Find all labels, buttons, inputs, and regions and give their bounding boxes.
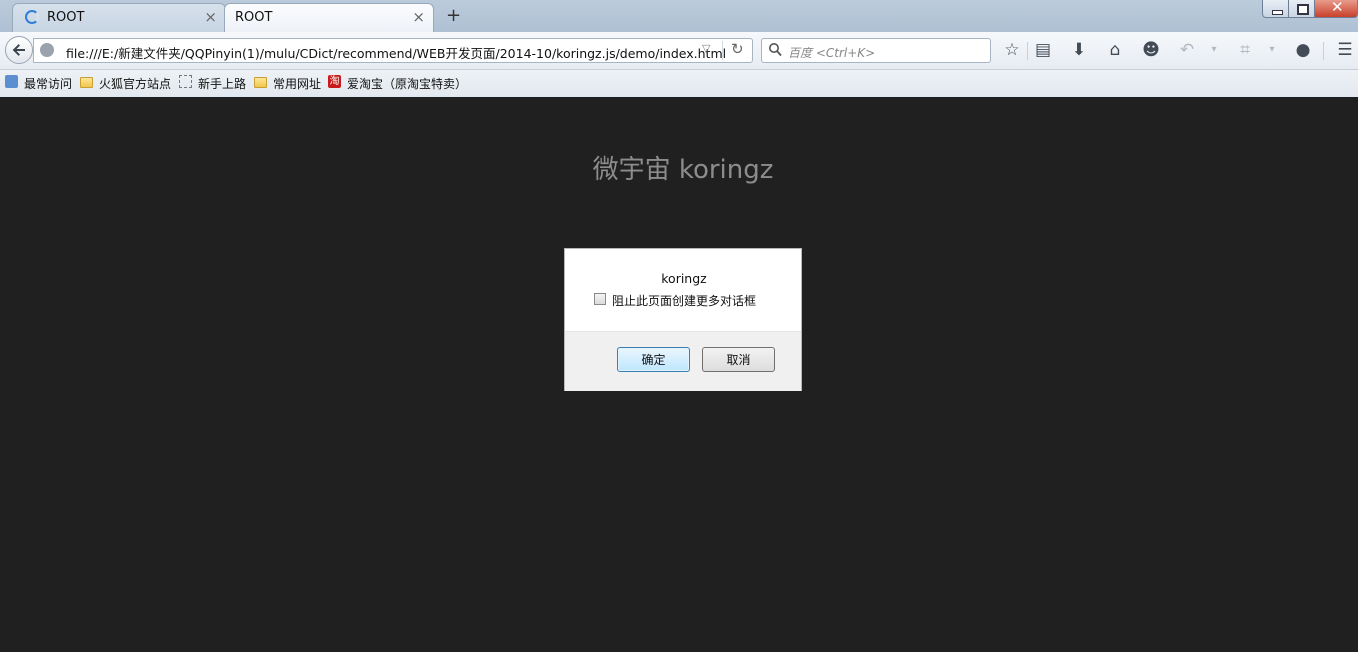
folder-icon (254, 77, 267, 88)
chat-icon[interactable]: ● (1293, 40, 1313, 60)
window-close-button[interactable]: ✕ (1314, 0, 1358, 18)
back-arrow-icon (12, 44, 25, 56)
close-icon: ✕ (1331, 0, 1344, 16)
window-minimize-button[interactable] (1262, 0, 1289, 18)
globe-icon (40, 43, 54, 57)
window-restore-button[interactable] (1288, 0, 1315, 18)
menu-icon[interactable]: ☰ (1335, 40, 1355, 60)
bookmark-star-icon[interactable]: ☆ (1002, 40, 1022, 60)
dropdown-icon[interactable]: ▾ (1204, 40, 1224, 60)
bookmarks-toolbar: 最常访问 火狐官方站点 新手上路 常用网址 淘 爱淘宝（原淘宝特卖） (0, 70, 1358, 98)
new-tab-button[interactable]: + (446, 5, 461, 26)
crop-icon[interactable]: ⌗ (1235, 40, 1255, 60)
url-text[interactable]: file:///E:/新建文件夹/QQPinyin(1)/mulu/CDict/… (66, 43, 726, 62)
page-content: 微宇宙 koringz koringz 阻止此页面创建更多对话框 确定 取消 (0, 97, 1358, 652)
page-title: 微宇宙 koringz (592, 155, 774, 185)
home-icon[interactable]: ⌂ (1105, 40, 1125, 60)
url-separator (722, 41, 723, 60)
prevent-dialogs-checkbox[interactable] (594, 293, 606, 305)
search-icon (769, 43, 782, 57)
smiley-icon[interactable]: ☻ (1141, 40, 1161, 60)
most-visited-icon (5, 75, 18, 88)
tab-label: ROOT (47, 10, 85, 25)
dialog-footer: 确定 取消 (565, 331, 801, 391)
browser-chrome: ROOT × ROOT × + ✕ file:///E:/新建文件夹/QQPin… (0, 0, 1358, 98)
dropdown-icon[interactable]: ▾ (1262, 40, 1282, 60)
bookmarks-menu-icon[interactable]: ▤ (1033, 40, 1053, 60)
reload-icon[interactable]: ↻ (731, 40, 744, 58)
bookmark-label: 火狐官方站点 (99, 77, 172, 91)
search-box[interactable]: 百度 <Ctrl+K> (761, 38, 991, 63)
dashed-page-icon (179, 75, 192, 88)
bookmark-label: 爱淘宝（原淘宝特卖） (347, 77, 468, 91)
prevent-dialogs-label[interactable]: 阻止此页面创建更多对话框 (612, 292, 756, 309)
navigation-toolbar: file:///E:/新建文件夹/QQPinyin(1)/mulu/CDict/… (0, 32, 1358, 70)
search-placeholder: 百度 <Ctrl+K> (788, 46, 876, 60)
tab-close-icon[interactable]: × (412, 8, 425, 26)
tab-root-2[interactable]: ROOT × (224, 3, 434, 32)
dialog-message: koringz (661, 271, 707, 286)
toolbar-separator (1323, 42, 1324, 60)
ok-button[interactable]: 确定 (617, 347, 690, 372)
tab-close-icon[interactable]: × (204, 8, 217, 26)
cancel-button[interactable]: 取消 (702, 347, 775, 372)
bookmark-label: 常用网址 (273, 77, 322, 91)
taobao-icon: 淘 (328, 75, 341, 88)
tab-label: ROOT (235, 10, 273, 25)
bookmark-label: 最常访问 (24, 77, 73, 91)
url-bar[interactable]: file:///E:/新建文件夹/QQPinyin(1)/mulu/CDict/… (33, 38, 753, 63)
tab-root-1[interactable]: ROOT × (12, 3, 226, 32)
bookmark-label: 新手上路 (198, 77, 247, 91)
back-button[interactable] (5, 36, 33, 64)
undo-icon[interactable]: ↶ (1177, 40, 1197, 60)
loading-spinner-icon (25, 10, 39, 24)
alert-dialog: koringz 阻止此页面创建更多对话框 确定 取消 (564, 248, 802, 391)
folder-icon (80, 77, 93, 88)
history-dropdown-icon[interactable]: ▽ (702, 42, 710, 55)
tab-strip: ROOT × ROOT × + ✕ (0, 0, 1358, 32)
toolbar-separator (1027, 42, 1028, 60)
download-icon[interactable]: ⬇ (1069, 40, 1089, 60)
